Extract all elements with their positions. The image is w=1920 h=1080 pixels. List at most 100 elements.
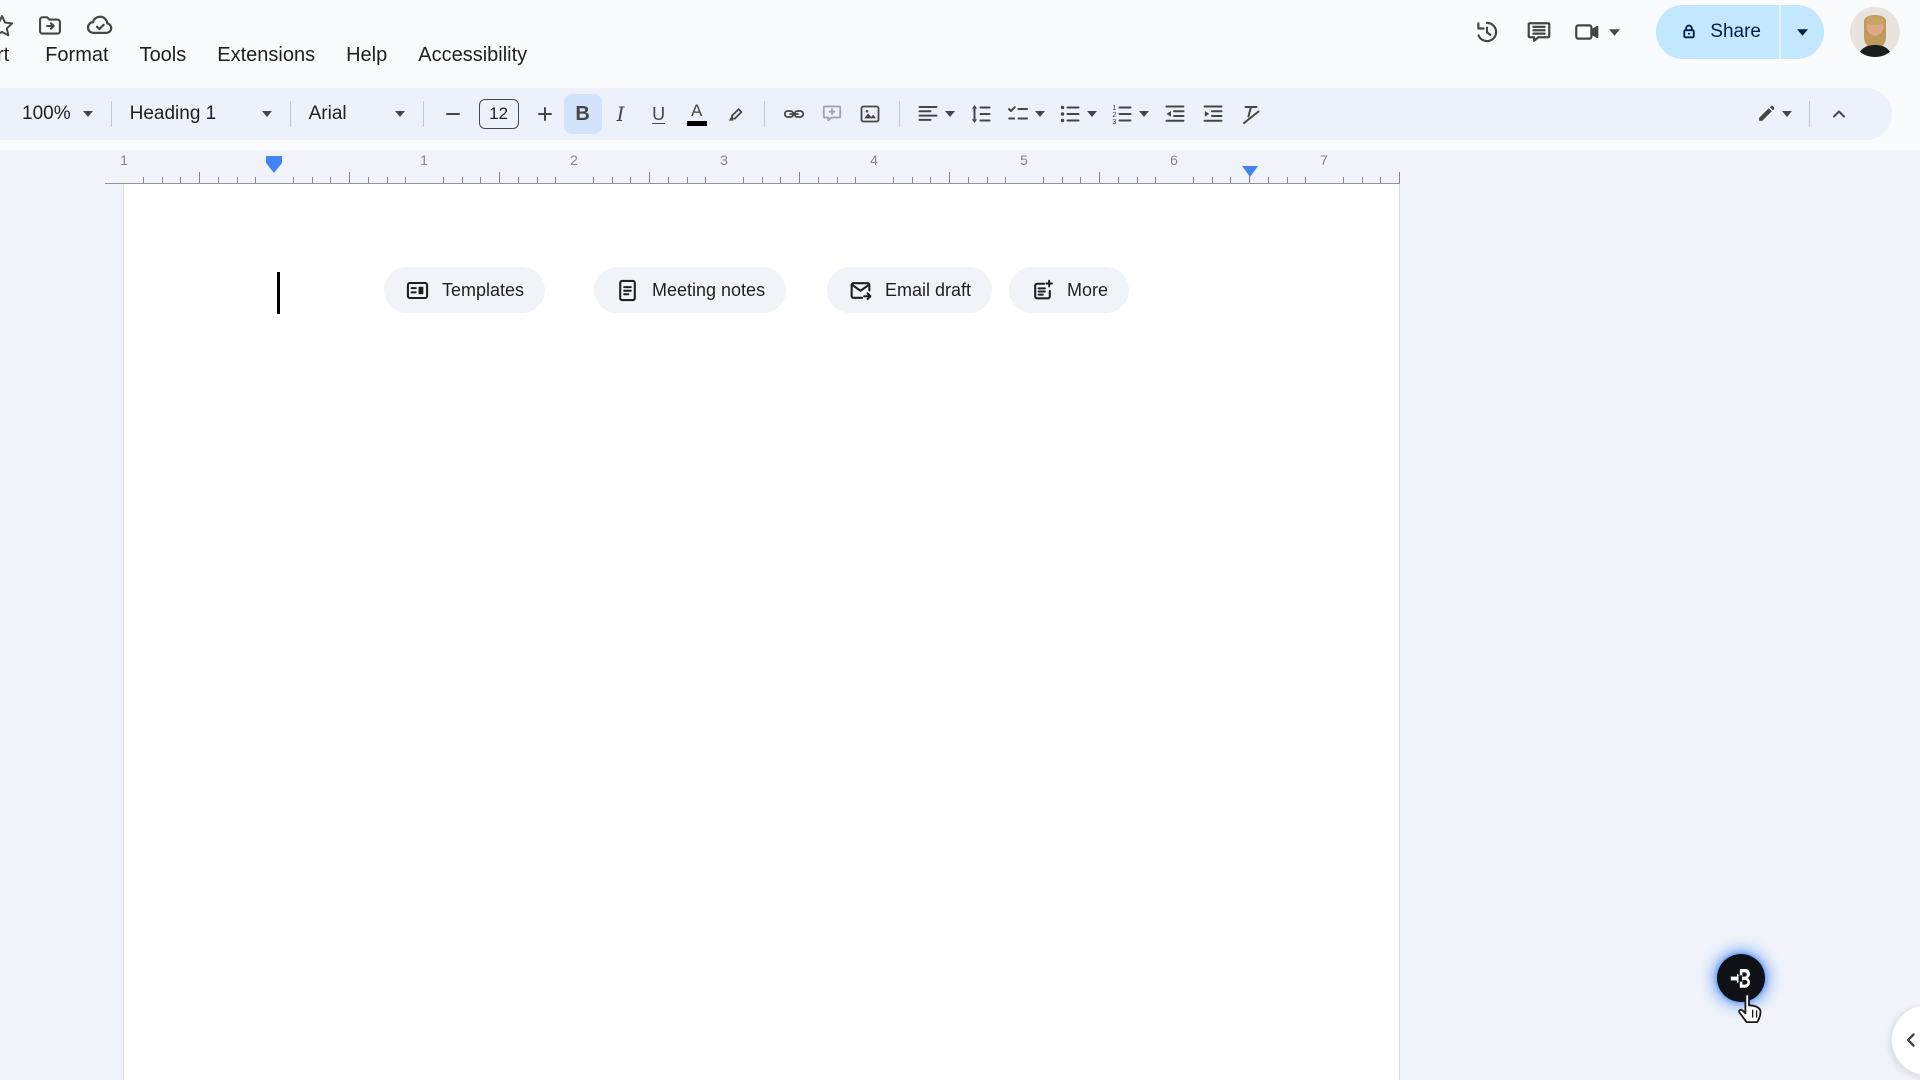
ruler-number: 2 [570,152,578,168]
ruler-tick [368,177,369,183]
chip-more[interactable]: More [1009,267,1129,313]
ruler-tick [312,177,313,183]
ruler-tick [912,177,913,183]
ruler-tick [743,177,744,183]
toolbar-divider [764,101,765,127]
account-avatar[interactable] [1850,7,1900,57]
editing-mode-pen-icon [1755,103,1777,125]
share-button-group: Share [1656,5,1824,59]
ruler-tick [630,177,631,183]
lock-icon [1678,21,1700,43]
toolbar-divider [111,101,112,127]
ruler-number: 5 [1020,152,1028,168]
align-button[interactable] [910,94,962,134]
template-icon [405,278,430,303]
ruler-tick [218,177,219,183]
menu-item-help[interactable]: Help [346,44,387,67]
ruler-tick [1155,177,1156,183]
style-value: Heading 1 [130,103,217,125]
ruler-tick [349,172,350,183]
add-comment-button[interactable] [813,94,851,134]
share-button-label: Share [1710,21,1761,43]
italic-button[interactable]: I [602,94,640,134]
align-left-icon [916,102,940,126]
ruler-tick [1362,177,1363,183]
horizontal-ruler[interactable]: 11234567 [0,150,1920,184]
editing-mode-button[interactable] [1747,94,1799,134]
highlight-color-button[interactable] [716,94,754,134]
menu-item-extensions[interactable]: Extensions [217,44,315,67]
star-icon[interactable] [0,11,17,41]
menu-item-accessibility[interactable]: Accessibility [418,44,527,67]
version-history-icon[interactable] [1461,6,1513,58]
ruler-tick [499,172,500,183]
ruler-tick [330,177,331,183]
bulleted-list-button[interactable] [1052,94,1104,134]
ruler-tick [162,177,163,183]
underline-button[interactable]: U [640,94,678,134]
right-indent-marker[interactable] [1242,166,1258,177]
ruler-tick [987,177,988,183]
ruler-tick [293,177,294,183]
ruler-tick [180,177,181,183]
zoom-select[interactable]: 100% [14,94,101,134]
menu-item-insert-partial[interactable]: rt [0,44,9,67]
font-size-input[interactable]: 12 [479,99,519,129]
left-indent-marker[interactable] [266,156,282,173]
decrease-font-size-button[interactable] [434,94,472,134]
paragraph-style-select[interactable]: Heading 1 [122,94,280,134]
increase-indent-button[interactable] [1194,94,1232,134]
increase-font-size-button[interactable] [526,94,564,134]
ruler-tick [593,177,594,183]
checklist-button[interactable] [1000,94,1052,134]
ruler-tick [1118,177,1119,183]
ruler-tick [537,177,538,183]
chip-label: More [1067,280,1108,301]
ruler-tick [237,177,238,183]
ruler-tick [1099,172,1100,183]
decrease-indent-button[interactable] [1156,94,1194,134]
cloud-check-icon[interactable] [85,11,115,41]
collapse-toolbar-button[interactable] [1820,94,1858,134]
document-page[interactable]: Templates Meeting notes Email draft More [123,184,1400,1080]
ruler-tick [705,177,706,183]
clear-formatting-button[interactable] [1232,94,1270,134]
menu-item-tools[interactable]: Tools [140,44,187,67]
video-call-dropdown-icon[interactable] [1609,29,1620,36]
ruler-tick [1005,177,1006,183]
chip-meeting-notes[interactable]: Meeting notes [594,267,786,313]
chevron-down-icon [945,111,955,117]
text-color-button[interactable]: A [678,94,716,134]
ruler-tick [1268,177,1269,183]
line-spacing-button[interactable] [962,94,1000,134]
video-call-icon[interactable] [1565,6,1609,58]
ruler-tick [480,177,481,183]
bullet-list-icon [1058,102,1082,126]
chip-email-draft[interactable]: Email draft [827,267,992,313]
numbered-list-button[interactable]: 123 [1104,94,1156,134]
font-value: Arial [309,103,347,125]
ruler-tick [518,177,519,183]
folder-move-icon[interactable] [35,11,65,41]
ruler-tick [762,177,763,183]
ruler-number: 3 [720,152,728,168]
chevron-down-icon [1087,111,1097,117]
ruler-tick [799,172,800,183]
font-select[interactable]: Arial [301,94,413,134]
share-button[interactable]: Share [1656,5,1779,59]
ruler-tick [837,177,838,183]
chip-templates[interactable]: Templates [384,267,545,313]
ruler-tick [1193,177,1194,183]
toolbar-divider [423,101,424,127]
insert-image-button[interactable] [851,94,889,134]
ruler-tick [387,177,388,183]
ruler-tick [1137,177,1138,183]
show-side-panel-button[interactable] [1891,1004,1920,1076]
bold-button[interactable]: B [564,94,602,134]
email-draft-icon [848,278,873,303]
menu-item-format[interactable]: Format [45,44,108,67]
insert-link-button[interactable] [775,94,813,134]
meeting-notes-icon [615,278,640,303]
comments-icon[interactable] [1513,6,1565,58]
share-dropdown-icon[interactable] [1781,5,1824,59]
